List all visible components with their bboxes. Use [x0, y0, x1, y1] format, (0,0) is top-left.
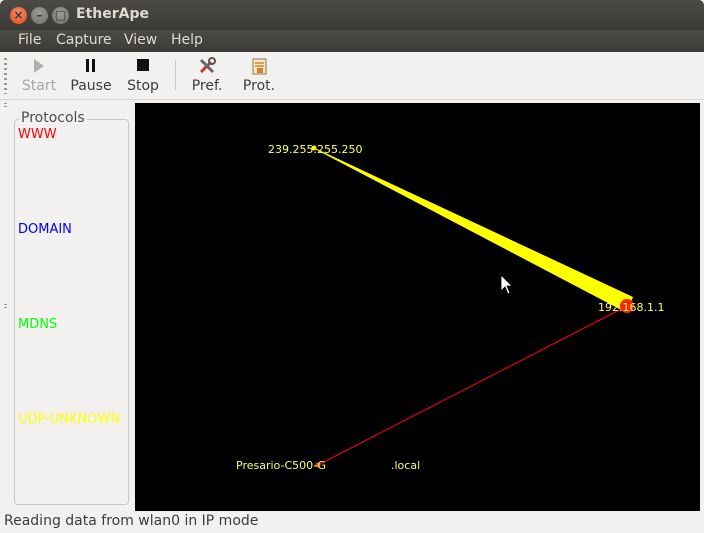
play-icon	[34, 59, 44, 73]
close-window-button[interactable]: ×	[10, 7, 27, 24]
minimize-window-button[interactable]: –	[31, 7, 48, 24]
protocol-www[interactable]: WWW	[18, 127, 57, 142]
toolbar-separator	[175, 60, 176, 90]
protocols-button[interactable]: Prot.	[240, 56, 278, 98]
status-text: Reading data from wlan0 in IP mode	[4, 513, 259, 529]
menu-help[interactable]: Help	[171, 32, 203, 48]
etherape-window: × – □ EtherApe File Capture View Help St…	[0, 0, 704, 533]
pause-button[interactable]: Pause	[69, 56, 113, 98]
preferences-button[interactable]: Pref.	[189, 56, 225, 98]
label-host-suffix: .local	[391, 459, 420, 472]
menu-capture[interactable]: Capture	[56, 32, 112, 48]
start-label: Start	[21, 78, 57, 94]
pane-handle-middle[interactable]	[4, 304, 7, 310]
menu-bar: File Capture View Help	[0, 30, 704, 52]
stop-icon	[137, 59, 149, 71]
pause-icon	[86, 59, 95, 72]
protocols-panel	[14, 119, 129, 505]
window-title: EtherApe	[76, 6, 149, 22]
menu-file[interactable]: File	[18, 32, 41, 48]
label-host: Presario-C500-G	[236, 459, 326, 472]
link-host-router[interactable]	[317, 305, 628, 466]
toolbar: Start Pause Stop Pref. Prot.	[0, 52, 704, 100]
protocol-domain[interactable]: DOMAIN	[18, 222, 72, 237]
network-graph-canvas[interactable]: 239.255.255.250 192.168.1.1 Presario-C50…	[135, 103, 700, 511]
protocols-title: Protocols	[19, 110, 87, 126]
status-bar: Reading data from wlan0 in IP mode	[0, 511, 704, 533]
start-button[interactable]: Start	[20, 56, 58, 98]
pause-label: Pause	[70, 78, 112, 94]
title-bar: × – □ EtherApe	[0, 0, 704, 30]
protocols-window-icon	[252, 58, 267, 75]
pane-handle-top[interactable]	[4, 103, 7, 109]
stop-button[interactable]: Stop	[124, 56, 162, 98]
stop-label: Stop	[127, 78, 159, 94]
label-multicast: 239.255.255.250	[268, 143, 362, 156]
tools-icon	[199, 57, 216, 74]
protocol-mdns[interactable]: MDNS	[18, 317, 57, 332]
link-multicast-router[interactable]	[311, 147, 633, 313]
pref-label: Pref.	[191, 78, 223, 94]
menu-view[interactable]: View	[124, 32, 157, 48]
label-router: 192.168.1.1	[598, 301, 664, 314]
network-graph-svg: 239.255.255.250 192.168.1.1 Presario-C50…	[236, 143, 664, 472]
protocol-udp-unknown[interactable]: UDP-UNKNOWN	[18, 412, 120, 427]
toolbar-grip[interactable]	[4, 58, 7, 94]
maximize-window-button[interactable]: □	[52, 7, 69, 24]
mouse-cursor-icon	[500, 274, 513, 295]
prot-label: Prot.	[242, 78, 276, 94]
